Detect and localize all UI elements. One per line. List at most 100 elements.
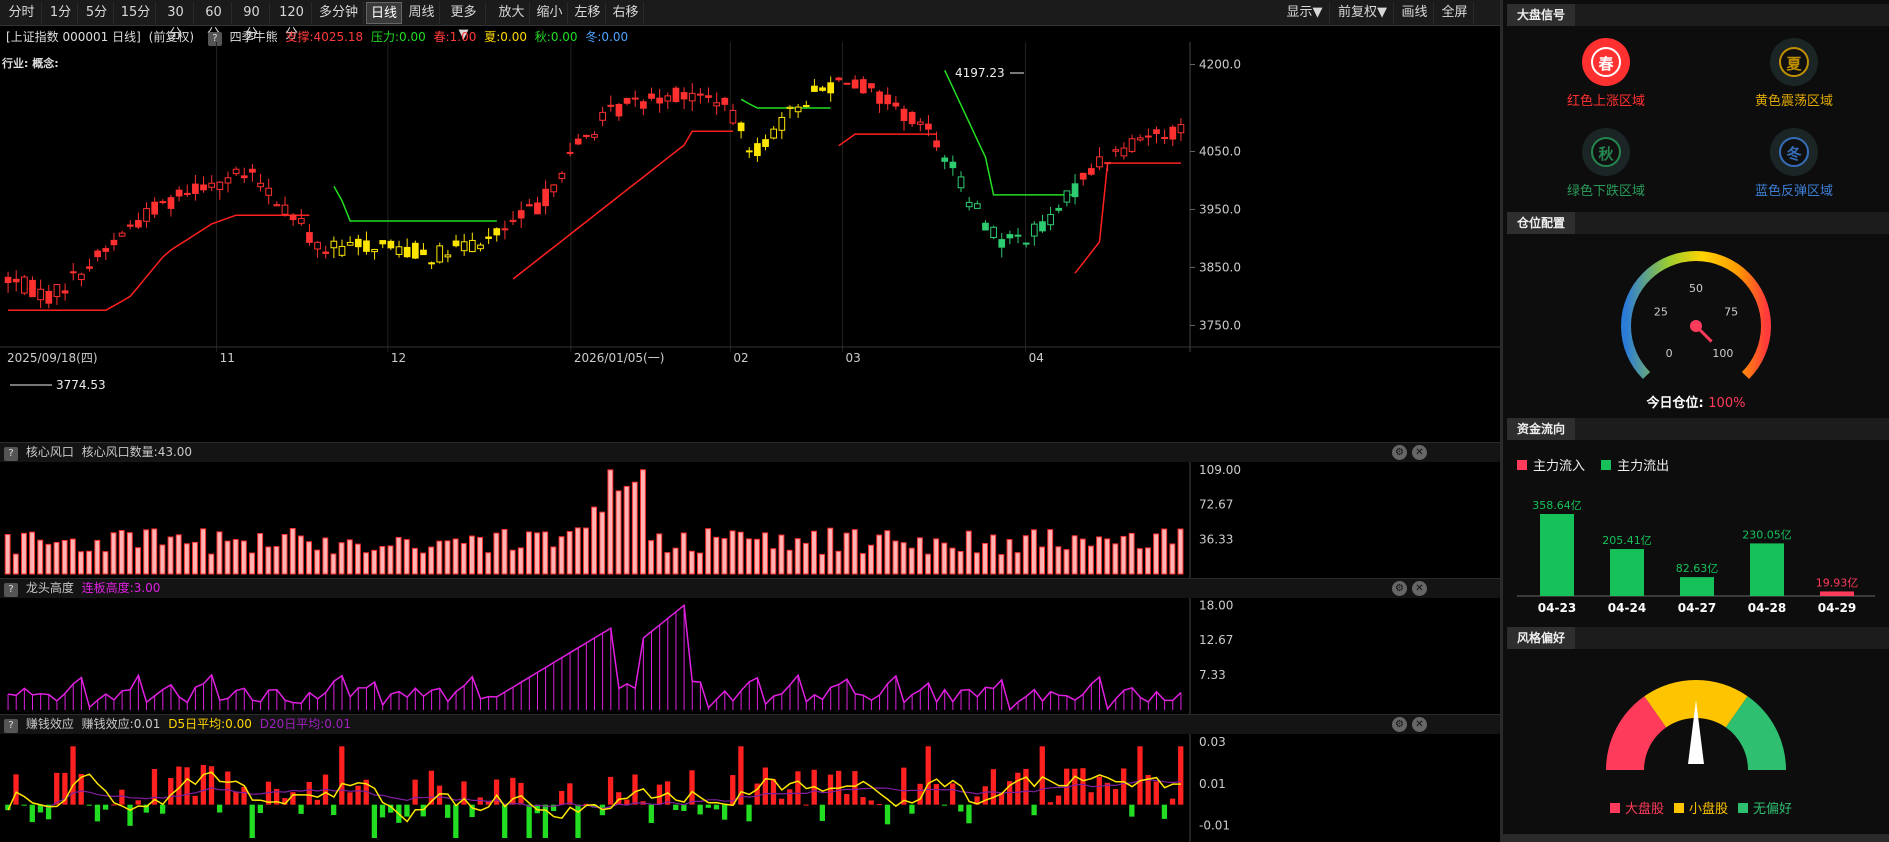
p1-bar xyxy=(680,532,687,575)
p1-bar xyxy=(395,536,402,575)
candle-body xyxy=(900,108,908,122)
x-tick-label: 04 xyxy=(1029,351,1044,365)
candle-body xyxy=(468,239,476,253)
x-tick-label: 12 xyxy=(391,351,406,365)
p1-bar xyxy=(240,540,247,575)
period-btn-6[interactable]: 90分 xyxy=(234,2,270,42)
candle-body xyxy=(281,204,289,215)
panel2-close-icon[interactable]: ✕ xyxy=(1412,581,1427,596)
p3-bar xyxy=(70,746,76,805)
period-btn-0[interactable]: 分时 xyxy=(2,2,42,24)
p1-bar xyxy=(273,546,280,575)
p3-bar xyxy=(607,776,614,805)
flow-bar xyxy=(1680,577,1714,596)
panel3-d5: D5日平均:0.00 xyxy=(168,717,252,731)
high-label: 4197.23 xyxy=(955,66,1005,80)
p1-bar xyxy=(517,547,524,575)
p1-bar xyxy=(232,539,239,575)
p1-bar xyxy=(729,530,736,575)
period-btn-8[interactable]: 多分钟 xyxy=(314,2,364,24)
p3-bar xyxy=(1153,781,1159,805)
period-btn-14[interactable]: 左移 xyxy=(570,2,606,24)
red-support-1 xyxy=(8,214,310,312)
flow-bar xyxy=(1820,591,1854,596)
candle-body xyxy=(957,176,965,189)
panel2-help-icon[interactable]: ? xyxy=(4,583,18,597)
p3-bar xyxy=(119,789,125,805)
panel3-help-icon[interactable]: ? xyxy=(4,719,18,733)
gauge-tick-label: 100 xyxy=(1712,347,1733,360)
p1-bar xyxy=(851,529,858,575)
candlestick-chart[interactable]: 4200.0 4050.0 3950.0 3850.0 3750.0 2025/09/18… xyxy=(0,42,1500,442)
panel1-close-icon[interactable]: ✕ xyxy=(1412,445,1427,460)
period-toolbar: 分时1分5分15分30分60分90分120分多分钟日线周线更多▼ 放大缩小左移右移… xyxy=(0,0,1500,42)
flow-value-label: 205.41亿 xyxy=(1602,534,1652,547)
candle-body xyxy=(794,106,802,113)
candle-body xyxy=(411,242,419,259)
candle-body xyxy=(729,109,737,124)
candle-body xyxy=(460,241,468,252)
p1-bar xyxy=(110,532,117,575)
period-btn-5[interactable]: 60分 xyxy=(196,2,232,42)
toolbar-right-btn-2[interactable]: 画线 xyxy=(1396,2,1434,24)
p3-y-tick: 0.03 xyxy=(1199,735,1226,749)
candle-body xyxy=(990,226,997,239)
period-btn-15[interactable]: 右移 xyxy=(608,2,644,24)
outflow-swatch xyxy=(1601,460,1612,470)
panel3-close-icon[interactable]: ✕ xyxy=(1412,717,1427,732)
p1-bar xyxy=(1177,528,1184,575)
candle-body xyxy=(314,241,321,250)
p3-bar xyxy=(13,774,19,805)
position-header: 仓位配置 xyxy=(1507,212,1889,234)
candle-body xyxy=(395,246,403,255)
p1-bar xyxy=(281,533,288,575)
p3-bar xyxy=(314,799,321,805)
leader-height-chart[interactable]: 18.00 12.67 7.33 xyxy=(0,598,1500,714)
period-btn-3[interactable]: 15分 xyxy=(116,2,156,24)
p1-bar xyxy=(224,540,231,575)
chart-area[interactable]: 分时1分5分15分30分60分90分120分多分钟日线周线更多▼ 放大缩小左移右移… xyxy=(0,0,1500,842)
period-btn-13[interactable]: 缩小 xyxy=(532,2,568,24)
p1-bar xyxy=(925,553,931,575)
period-btn-9[interactable]: 日线 xyxy=(366,2,402,24)
candle-body xyxy=(289,214,297,221)
panel2-value: 连板高度:3.00 xyxy=(81,581,161,595)
style-legend-label: 大盘股 xyxy=(1624,802,1664,817)
p1-bar xyxy=(827,527,834,575)
candle-body xyxy=(183,192,191,195)
panel3-settings-icon[interactable]: ⚙ xyxy=(1392,717,1407,732)
p1-bar xyxy=(583,527,589,575)
period-btn-10[interactable]: 周线 xyxy=(404,2,440,24)
toolbar-right-btn-0[interactable]: 显示▼ xyxy=(1280,2,1330,24)
period-btn-2[interactable]: 5分 xyxy=(80,2,114,24)
toolbar-right-btn-1[interactable]: 前复权▼ xyxy=(1332,2,1394,24)
candle-body xyxy=(705,95,712,98)
candle-body xyxy=(306,232,313,243)
profit-effect-chart[interactable]: 0.03 0.01 -0.01 xyxy=(0,734,1500,842)
p1-bar xyxy=(721,538,728,575)
period-btn-11[interactable]: 更多▼ xyxy=(442,2,486,42)
p1-y-tick: 109.00 xyxy=(1199,463,1241,477)
core-wind-chart[interactable]: 109.00 72.67 36.33 xyxy=(0,462,1500,578)
style-legend-swatch xyxy=(1738,803,1748,813)
toolbar-right-btn-3[interactable]: 全屏 xyxy=(1436,2,1474,24)
flow-date-label: 04-28 xyxy=(1748,601,1786,615)
p1-bar xyxy=(420,552,426,575)
period-btn-12[interactable]: 放大 xyxy=(494,2,530,24)
candle-body xyxy=(1063,190,1071,203)
panel1-help-icon[interactable]: ? xyxy=(4,447,18,461)
panel2-settings-icon[interactable]: ⚙ xyxy=(1392,581,1407,596)
p1-bar xyxy=(574,527,581,575)
period-btn-7[interactable]: 120分 xyxy=(272,2,312,42)
flow-date-label: 04-29 xyxy=(1818,601,1856,615)
p3-bar xyxy=(746,804,752,822)
panel1-settings-icon[interactable]: ⚙ xyxy=(1392,445,1407,460)
period-btn-4[interactable]: 30分 xyxy=(158,2,194,42)
candle-body xyxy=(126,224,134,227)
candle-body xyxy=(1055,207,1063,211)
candle-body xyxy=(159,201,167,204)
p3-bar xyxy=(559,790,565,805)
candle-body xyxy=(330,240,338,249)
period-btn-1[interactable]: 1分 xyxy=(44,2,78,24)
candle-body xyxy=(118,232,126,237)
